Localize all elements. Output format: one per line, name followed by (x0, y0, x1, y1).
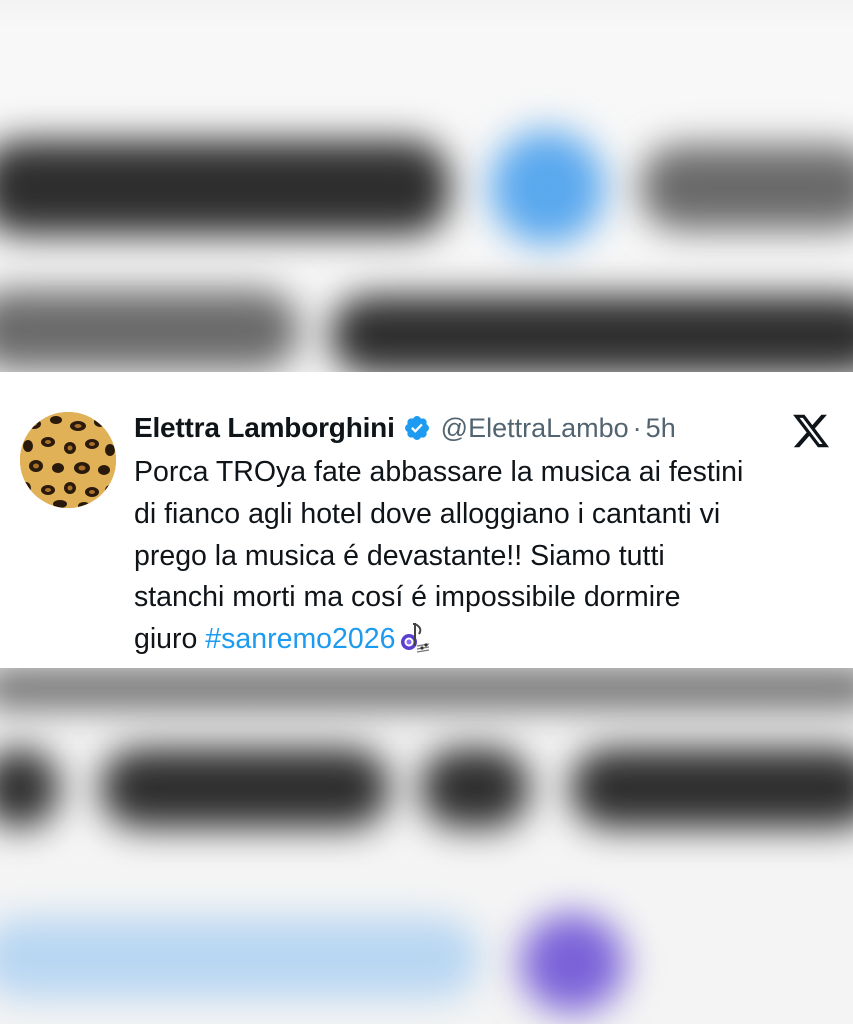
tweet-text-last-line: giuro #sanremo2026 (134, 619, 834, 661)
blurred-top-area (0, 0, 853, 372)
tweet-text: Porca TROya fate abbassare la musica ai … (134, 452, 834, 661)
screenshot-page: Elettra Lamborghini @ElettraLambo · 5h P… (0, 0, 853, 1024)
timestamp[interactable]: 5h (646, 413, 676, 444)
verified-badge-icon[interactable] (403, 414, 431, 442)
user-handle[interactable]: @ElettraLambo (441, 413, 629, 444)
x-logo-icon[interactable] (791, 411, 831, 451)
tweet-text-line: stanchi morti ma cosí é impossibile dorm… (134, 581, 681, 614)
blurred-bottom-area (0, 668, 853, 1024)
tweet-text-prefix: giuro (134, 623, 206, 656)
tweet-text-line: Porca TROya fate abbassare la musica ai … (134, 456, 744, 488)
tweet-header: Elettra Lamborghini @ElettraLambo · 5h (134, 408, 676, 448)
hashtag-link[interactable]: #sanremo2026 (205, 623, 395, 655)
musical-notes-emoji-icon (397, 620, 431, 654)
tweet-text-line: prego la musica é devastante!! Siamo tut… (134, 539, 665, 572)
leopard-print-avatar-icon[interactable] (20, 412, 116, 508)
display-name[interactable]: Elettra Lamborghini (134, 412, 395, 444)
separator-dot: · (632, 412, 642, 443)
tweet-text-line: di fianco agli hotel dove alloggiano i c… (134, 497, 721, 530)
